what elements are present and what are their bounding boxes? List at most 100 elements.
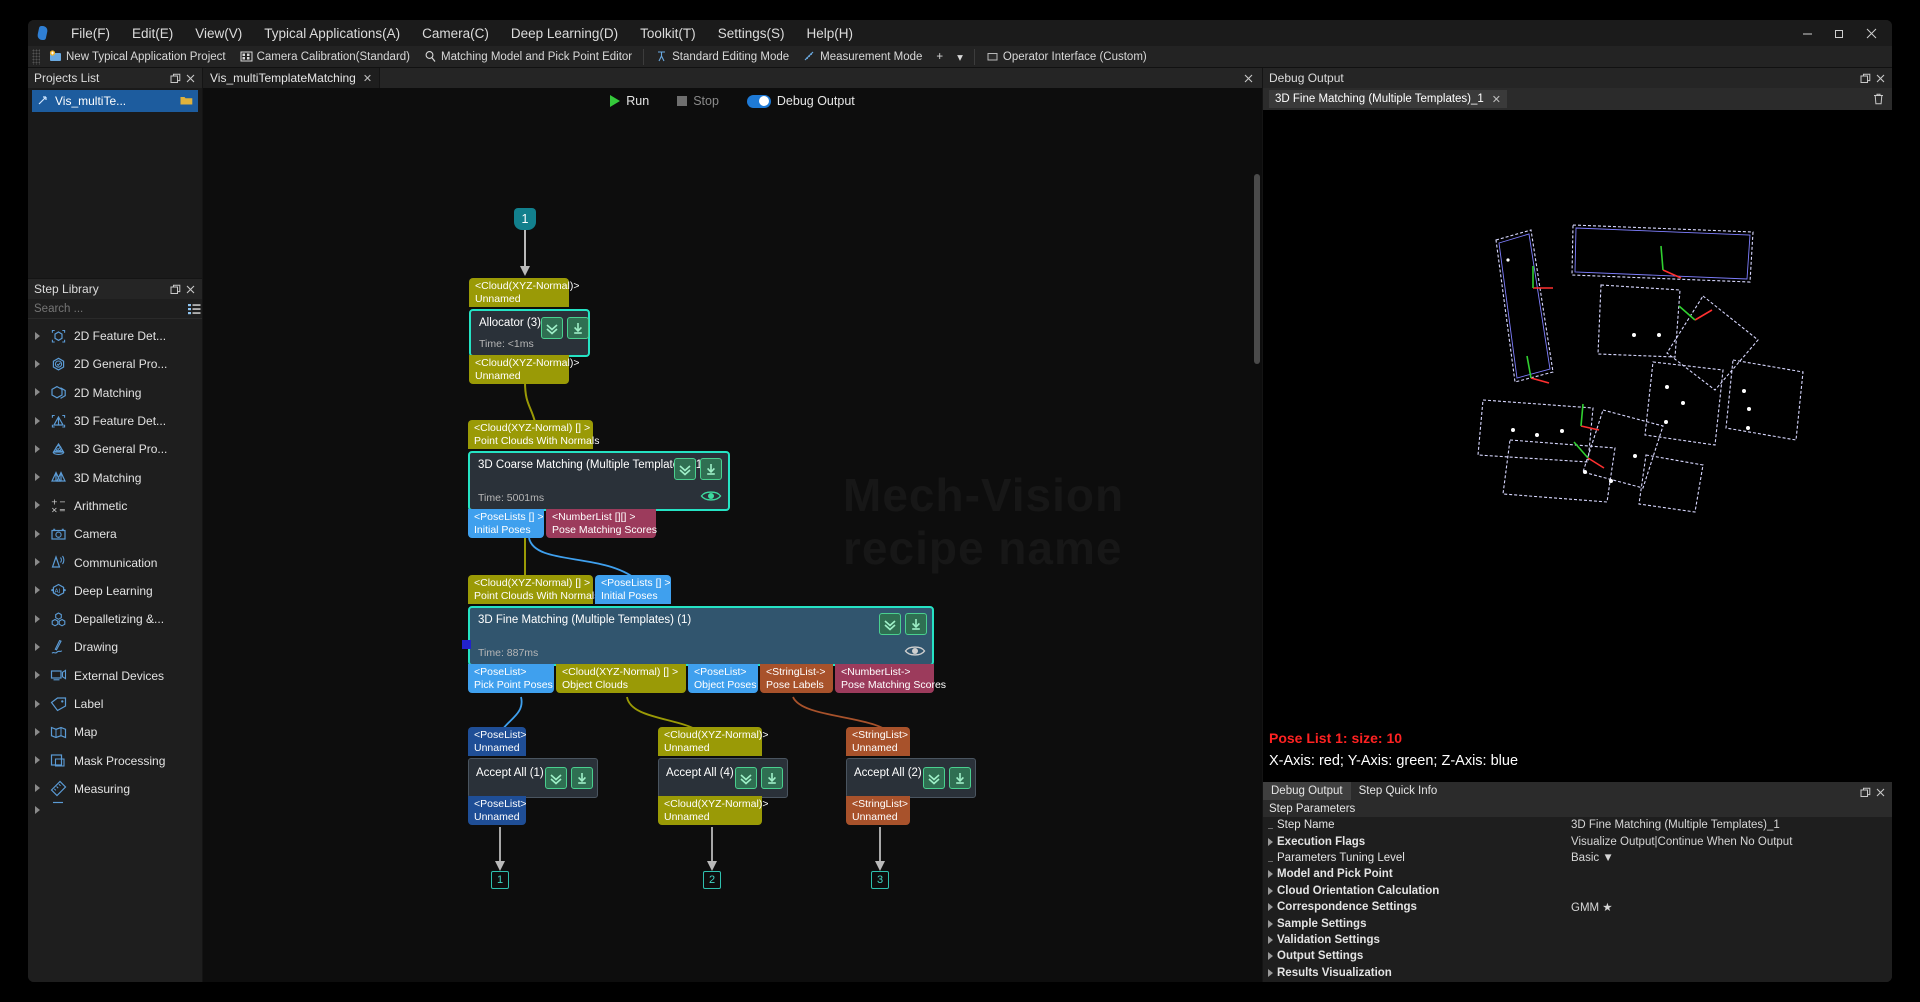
node-allocator[interactable]: Allocator (3) Time: <1ms (469, 309, 590, 357)
chevron-right-icon[interactable] (34, 614, 43, 624)
graph-badge-output-2[interactable]: 2 (703, 871, 721, 889)
debug-3d-viewport[interactable]: Pose List 1: size: 10 X-Axis: red; Y-Axi… (1263, 110, 1892, 782)
chevron-right-icon[interactable] (1263, 936, 1277, 944)
param-row-execution-flags[interactable]: Execution Flags Visualize Output|Continu… (1263, 833, 1892, 849)
node-coarse-matching-input-port[interactable]: <Cloud(XYZ-Normal) [] > Point Clouds Wit… (468, 420, 599, 450)
param-row-parameters-tuning-level[interactable]: Parameters Tuning Level Basic ▼ (1263, 850, 1892, 866)
chevron-right-icon[interactable] (34, 699, 43, 709)
float-icon[interactable] (1858, 71, 1873, 86)
param-value[interactable]: Visualize Output|Continue When No Output (1571, 836, 1792, 848)
node-allocator-input-port[interactable]: <Cloud(XYZ-Normal)> Unnamed (469, 278, 579, 308)
menu-item-deep-learning[interactable]: Deep Learning(D) (500, 23, 629, 44)
folder-icon[interactable] (180, 95, 193, 108)
step-category-external-devices[interactable]: External Devices (28, 662, 202, 690)
param-row-step-name[interactable]: Step Name 3D Fine Matching (Multiple Tem… (1263, 817, 1892, 833)
close-icon[interactable] (183, 71, 198, 86)
project-item[interactable]: Vis_multiTe... (32, 90, 198, 112)
stop-button[interactable]: Stop (671, 92, 725, 110)
node-accept-all-2[interactable]: Accept All (2) (846, 758, 976, 798)
toolbar-add-mode-button[interactable]: + (929, 49, 950, 65)
step-category-partial-next[interactable] (28, 801, 202, 817)
run-to-node-button[interactable] (571, 767, 593, 789)
chevron-right-icon[interactable] (34, 805, 43, 815)
chevron-right-icon[interactable] (1263, 870, 1277, 878)
menu-item-typical-applications[interactable]: Typical Applications(A) (253, 23, 411, 44)
search-input[interactable] (28, 302, 188, 315)
step-category-label[interactable]: Label (28, 690, 202, 718)
node-3d-fine-matching[interactable]: 3D Fine Matching (Multiple Templates) (1… (462, 606, 934, 666)
run-to-node-button[interactable] (905, 613, 927, 635)
run-to-node-button[interactable] (949, 767, 971, 789)
step-category-2d-general-processing[interactable]: 2D General Pro... (28, 350, 202, 378)
run-to-node-button[interactable] (700, 458, 722, 480)
close-icon[interactable] (1873, 785, 1888, 800)
chevron-right-icon[interactable] (34, 756, 43, 765)
debug-output-toggle[interactable]: Debug Output (741, 92, 861, 110)
chevron-right-icon[interactable] (1263, 887, 1277, 895)
run-to-node-button[interactable] (761, 767, 783, 789)
menu-item-toolkit[interactable]: Toolkit(T) (629, 23, 707, 44)
node-fine-matching-input-point-clouds[interactable]: <Cloud(XYZ-Normal) [] > Point Clouds Wit… (468, 575, 599, 605)
close-icon[interactable] (1856, 21, 1886, 45)
chevron-right-icon[interactable] (34, 359, 43, 369)
param-value[interactable]: 3D Fine Matching (Multiple Templates)_1 (1571, 819, 1780, 831)
tab-step-quick-info[interactable]: Step Quick Info (1351, 782, 1446, 800)
canvas-vertical-scrollbar[interactable] (1254, 174, 1260, 364)
node-fine-output-object-poses[interactable]: <PoseList> Object Poses (688, 664, 758, 694)
node-fine-output-object-clouds[interactable]: <Cloud(XYZ-Normal) [] > Object Clouds (556, 664, 686, 694)
graph-badge-input-1[interactable]: 1 (514, 208, 536, 230)
close-all-tabs-icon[interactable] (1241, 71, 1256, 86)
node-accept-all-2-output-port[interactable]: <StringList> Unnamed (846, 796, 910, 826)
step-category-communication[interactable]: Communication (28, 548, 202, 576)
node-accept-all-4[interactable]: Accept All (4) (658, 758, 788, 798)
close-icon[interactable] (183, 282, 198, 297)
step-category-arithmetic[interactable]: + − × = Arithmetic (28, 492, 202, 520)
run-button[interactable]: Run (604, 92, 655, 110)
collapse-node-button[interactable] (879, 613, 901, 635)
node-accept-all-4-input-port[interactable]: <Cloud(XYZ-Normal)> Unnamed (658, 727, 768, 757)
chevron-right-icon[interactable] (34, 529, 43, 539)
param-row-output-settings[interactable]: Output Settings (1263, 948, 1892, 964)
trash-icon[interactable] (1871, 92, 1886, 107)
toolbar-mode-dropdown[interactable]: ▾ (950, 48, 970, 66)
param-row-results-visualization[interactable]: Results Visualization (1263, 965, 1892, 981)
minimize-icon[interactable] (1792, 21, 1822, 45)
chevron-right-icon[interactable] (1263, 838, 1277, 846)
step-category-measuring[interactable]: Measuring (28, 775, 202, 803)
step-library-list[interactable]: 2D Feature Det... 2D General Pro... 2D M… (28, 319, 202, 982)
chevron-right-icon[interactable] (34, 784, 43, 793)
chevron-right-icon[interactable] (1263, 952, 1277, 960)
node-fine-matching-input-initial-poses[interactable]: <PoseLists [] > Initial Poses (595, 575, 671, 605)
param-row-correspondence-settings[interactable]: Correspondence Settings GMM ★ (1263, 899, 1892, 915)
chevron-right-icon[interactable] (34, 586, 43, 595)
collapse-node-button[interactable] (674, 458, 696, 480)
node-fine-output-pick-point-poses[interactable]: <PoseList> Pick Point Poses (468, 664, 554, 694)
node-fine-output-pose-matching-scores[interactable]: <NumberList-> Pose Matching Scores (835, 664, 946, 694)
run-to-node-button[interactable] (567, 317, 589, 339)
tab-vis-multitemplatematching[interactable]: Vis_multiTemplateMatching ✕ (203, 68, 381, 88)
toolbar-new-typical-application-project[interactable]: New Typical Application Project (42, 48, 233, 65)
graph-badge-output-3[interactable]: 3 (871, 871, 889, 889)
chevron-right-icon[interactable] (34, 416, 43, 426)
step-category-3d-matching[interactable]: 3D Matching (28, 463, 202, 491)
collapse-node-button[interactable] (545, 767, 567, 789)
step-category-camera[interactable]: Camera (28, 520, 202, 548)
node-3d-coarse-matching[interactable]: 3D Coarse Matching (Multiple Templates) … (468, 451, 730, 511)
chevron-right-icon[interactable] (34, 331, 43, 341)
chevron-right-icon[interactable] (34, 388, 43, 397)
debug-tab-3d-fine-matching[interactable]: 3D Fine Matching (Multiple Templates)_1 … (1269, 90, 1508, 108)
toolbar-standard-editing-mode[interactable]: Standard Editing Mode (648, 48, 796, 65)
node-accept-all-1[interactable]: Accept All (1) (468, 758, 598, 798)
collapse-node-button[interactable] (541, 317, 563, 339)
node-fine-output-pose-labels[interactable]: <StringList-> Pose Labels (760, 664, 833, 694)
param-value[interactable]: Basic ▼ (1571, 852, 1614, 864)
param-value[interactable]: GMM ★ (1571, 900, 1613, 914)
step-category-drawing[interactable]: Drawing (28, 633, 202, 661)
node-resize-handle[interactable] (462, 640, 471, 649)
close-icon[interactable] (1873, 71, 1888, 86)
param-row-sample-settings[interactable]: Sample Settings (1263, 915, 1892, 931)
menu-item-edit[interactable]: Edit(E) (121, 23, 184, 44)
chevron-right-icon[interactable] (34, 501, 43, 510)
node-accept-all-1-output-port[interactable]: <PoseList> Unnamed (468, 796, 527, 826)
node-coarse-output-initial-poses[interactable]: <PoseLists [] > Initial Poses (468, 509, 544, 539)
